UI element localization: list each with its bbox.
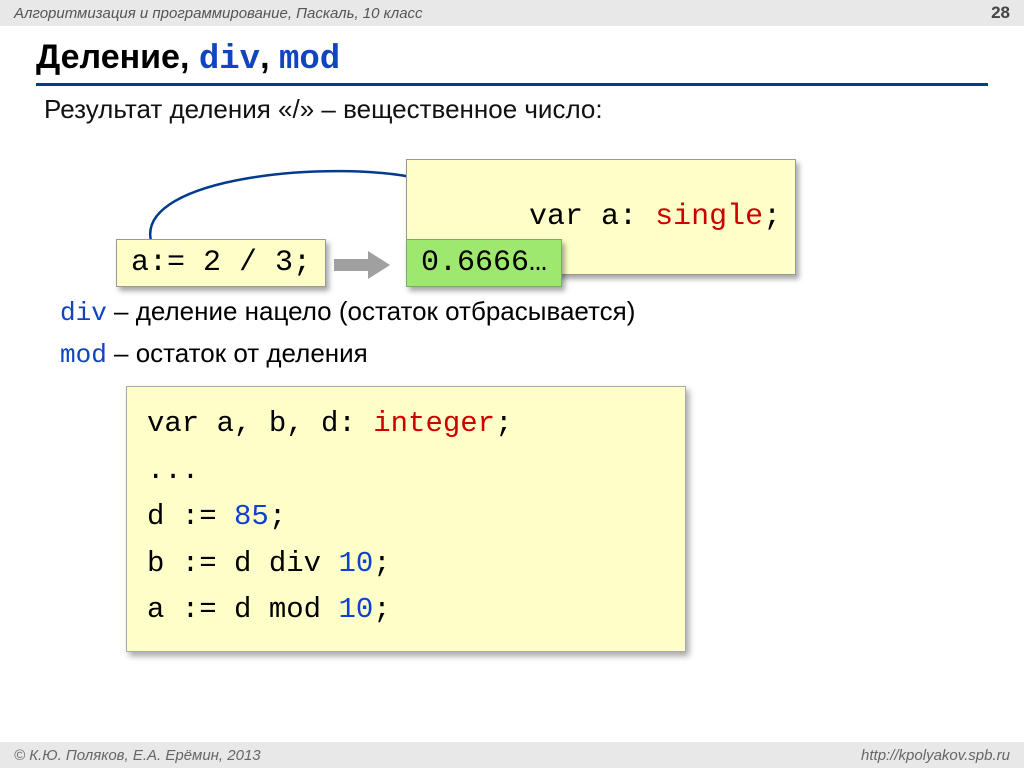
number-literal: 10 [338,547,373,580]
div-explanation-text: – деление нацело (остаток отбрасывается) [107,296,636,326]
code-text: var a: [529,200,655,234]
title-text: Деление [36,38,180,76]
keyword-div-inline: div [60,298,107,328]
slide-header: Алгоритмизация и программирование, Паска… [0,0,1024,26]
description-line: Результат деления «/» – вещественное чис… [44,94,988,125]
keyword-div: div [199,41,260,79]
code-text: b := d div [147,547,338,580]
div-explanation: div – деление нацело (остаток отбрасывае… [60,293,988,333]
code-text: a := d mod [147,593,338,626]
code-text: var a, b, d: [147,407,373,440]
footer-url: http://kpolyakov.spb.ru [861,747,1010,764]
subject-line: Алгоритмизация и программирование, Паска… [14,5,423,22]
title-sep2: , [260,38,279,76]
copyright-text: © К.Ю. Поляков, Е.А. Ерёмин, 2013 [14,747,261,764]
code-text: ; [495,407,512,440]
code-text: ... [147,454,199,487]
type-integer: integer [373,407,495,440]
example-row: var a: single; a:= 2 / 3; 0.6666… [76,141,988,291]
slide-title: Деление, div, mod [36,38,988,86]
result-box: 0.6666… [406,239,562,287]
code-text: d := [147,500,234,533]
code-text: ; [269,500,286,533]
code-text: ; [373,547,390,580]
keyword-mod-inline: mod [60,340,107,370]
mod-explanation-text: – остаток от деления [107,338,368,368]
mod-explanation: mod – остаток от деления [60,335,988,375]
arrow-right-icon [334,253,392,277]
number-literal: 10 [338,593,373,626]
type-single: single [655,200,763,234]
number-literal: 85 [234,500,269,533]
keyword-mod: mod [279,41,340,79]
code-text: ; [373,593,390,626]
code-text: ; [763,200,781,234]
title-sep1: , [180,38,199,76]
slide-footer: © К.Ю. Поляков, Е.А. Ерёмин, 2013 http:/… [0,742,1024,768]
assignment-box: a:= 2 / 3; [116,239,326,287]
page-number: 28 [991,3,1010,23]
code-block: var a, b, d: integer; ... d := 85; b := … [126,386,686,652]
